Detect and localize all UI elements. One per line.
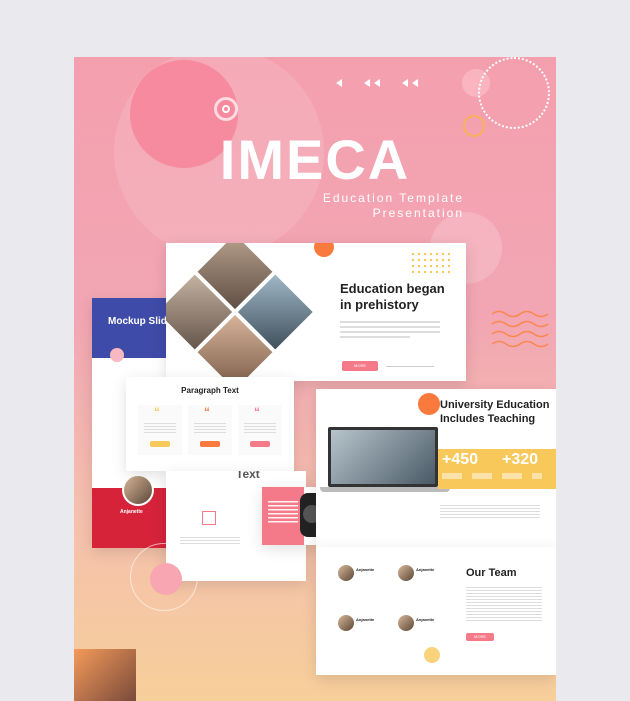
diamond-photo-collage [166,243,313,381]
stat-2: +320 [502,451,539,468]
university-body-lines [440,505,540,519]
yellow-dots [410,251,450,273]
ring-inner-icon [222,105,230,113]
arrow-triangles-icon [336,79,418,87]
team-heading: Our Team [466,567,517,579]
bottom-photo [74,649,136,701]
team-avatar-2 [396,563,416,583]
hero-subtitle-2: Presentation [372,206,464,220]
university-slide: University Education Includes Teaching +… [316,389,556,549]
education-heading-2: in prehistory [340,297,419,312]
university-orange-dot [418,393,440,415]
profile-avatar [122,474,154,506]
university-heading-1: University Education [440,399,550,411]
search-icon [110,348,124,362]
text-slide-lines [180,537,240,545]
team-avatar-1 [336,563,356,583]
team-avatar-3 [336,613,356,633]
mockup-heading: Mockup Slid [108,316,167,327]
education-slide: Education began in prehistory MORE [166,243,466,381]
university-heading-2: Includes Teaching [440,413,536,425]
stat-1: +450 [442,451,479,468]
laptop-base [320,487,450,492]
team-member-2: Anjanette [392,561,472,601]
hero-subtitle-1: Education Template [322,191,464,205]
hero-title: IMECA [219,128,411,191]
stat-lines [442,473,542,479]
dotted-ring-icon [478,57,550,129]
text-slide-square [202,511,216,525]
watch-text-lines [268,501,298,525]
text-slide-heading: Text [236,471,260,481]
laptop-photo [328,427,438,487]
paragraph-slide: Paragraph Text “ “ “ [126,377,294,471]
paragraph-col-3: “ [238,405,282,455]
paragraph-col-1: “ [138,405,182,455]
education-body-lines [340,321,440,338]
orange-dot [314,243,334,257]
team-more-button[interactable]: MORE [466,633,494,641]
mockup-header [92,298,172,358]
white-ring-deco [130,543,198,611]
paragraph-col-2: “ [188,405,232,455]
education-heading-1: Education began [340,281,445,296]
education-line [386,366,434,367]
wavy-lines-icon [492,310,549,348]
education-more-button[interactable]: MORE [342,361,378,371]
poster: IMECA Education Template Presentation Mo… [74,57,556,701]
team-avatar-4 [396,613,416,633]
profile-name: Anjanette [120,509,143,515]
yellow-circle-deco [424,647,440,663]
paragraph-heading: Paragraph Text [181,386,239,395]
team-member-4: Anjanette [392,611,472,651]
team-body-lines [466,587,542,623]
